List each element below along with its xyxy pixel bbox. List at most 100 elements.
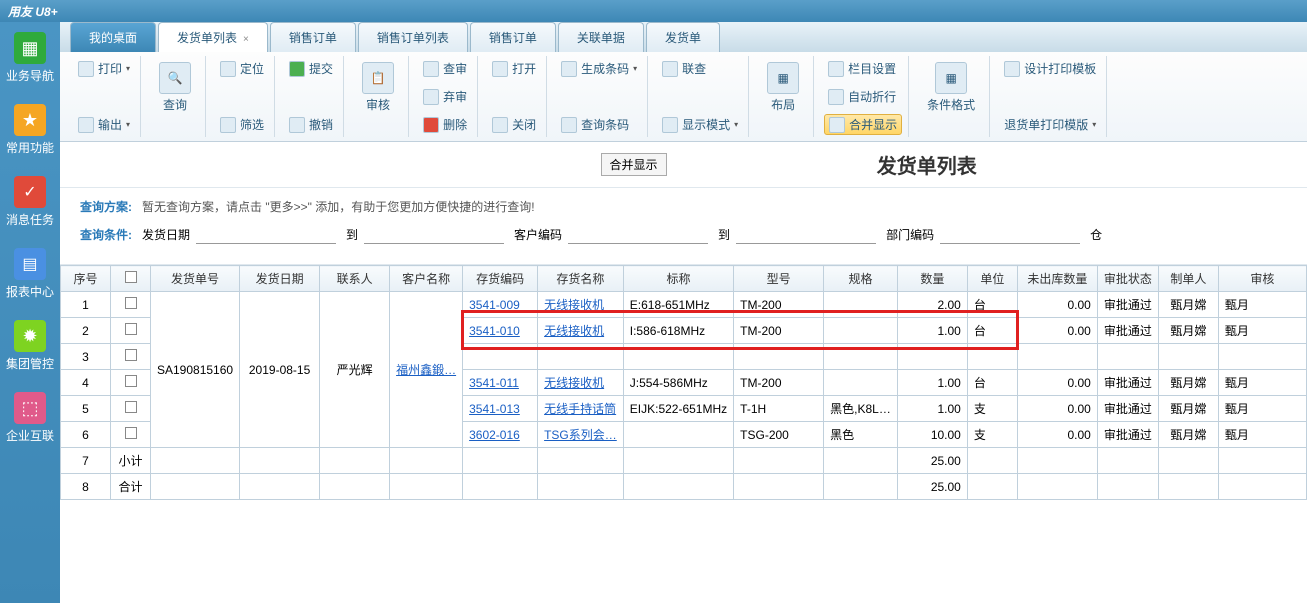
dept-input[interactable]: [940, 225, 1080, 244]
sidebar-item-msg[interactable]: ✓消息任务: [6, 176, 54, 228]
filter-button[interactable]: 筛选: [216, 114, 268, 135]
cell-check[interactable]: [111, 344, 151, 370]
tab-desktop[interactable]: 我的桌面: [70, 22, 156, 52]
barcode-icon: [561, 61, 577, 77]
cell-name[interactable]: 无线接收机: [538, 318, 624, 344]
cell-code[interactable]: 3541-009: [463, 292, 538, 318]
abandon-button[interactable]: 弃审: [419, 86, 471, 107]
tpl-icon: [1004, 61, 1020, 77]
template-button[interactable]: 设计打印模板: [1000, 58, 1100, 79]
cell-name[interactable]: [538, 344, 624, 370]
query-plan-label: 查询方案:: [80, 198, 132, 215]
col-code[interactable]: 存货编码: [463, 266, 538, 292]
col-check[interactable]: [111, 266, 151, 292]
date-from-input[interactable]: [196, 225, 336, 244]
cell-aud: [1218, 344, 1306, 370]
cell-aud: 甄月: [1218, 370, 1306, 396]
cell-status: 审批通过: [1097, 422, 1158, 448]
cell-name[interactable]: 无线接收机: [538, 292, 624, 318]
col-unit[interactable]: 单位: [967, 266, 1017, 292]
tab-sales-list[interactable]: 销售订单列表: [358, 22, 468, 52]
sidebar-item-grp[interactable]: ✹集团管控: [6, 320, 54, 372]
close-icon[interactable]: ×: [243, 34, 249, 45]
cell-qty: 1.00: [897, 396, 967, 422]
cell-code[interactable]: 3602-016: [463, 422, 538, 448]
approve-button[interactable]: 查审: [419, 58, 471, 79]
col-std[interactable]: 规格: [824, 266, 898, 292]
link-button[interactable]: 联查: [658, 58, 742, 79]
col-doc[interactable]: 发货单号: [151, 266, 240, 292]
return-template-button[interactable]: 退货单打印模版▾: [1000, 114, 1100, 135]
cell-code[interactable]: [463, 344, 538, 370]
cell-name[interactable]: TSG系列会…: [538, 422, 624, 448]
close-button[interactable]: 关闭: [488, 114, 540, 135]
barcode-button[interactable]: 生成条码▾: [557, 58, 641, 79]
col-cust[interactable]: 客户名称: [390, 266, 463, 292]
print-button[interactable]: 打印▾: [74, 58, 134, 79]
checkbox[interactable]: [125, 271, 137, 283]
revoke-button[interactable]: 撤销: [285, 114, 337, 135]
tab-sales-order[interactable]: 销售订单: [270, 22, 356, 52]
cell-model: T-1H: [734, 396, 824, 422]
tab-related[interactable]: 关联单据: [558, 22, 644, 52]
tab-label: 销售订单列表: [377, 31, 449, 45]
col-date[interactable]: 发货日期: [240, 266, 320, 292]
sidebar-item-rpt[interactable]: ▤报表中心: [6, 248, 54, 300]
col-qty[interactable]: 数量: [897, 266, 967, 292]
cell-unit: [967, 344, 1017, 370]
tab-shipment[interactable]: 发货单: [646, 22, 720, 52]
cell-check[interactable]: [111, 292, 151, 318]
display-button[interactable]: 显示模式▾: [658, 114, 742, 135]
tab-bar: 我的桌面 发货单列表× 销售订单 销售订单列表 销售订单 关联单据 发货单: [60, 22, 1307, 52]
query-button[interactable]: 🔍查询: [151, 58, 199, 117]
col-pend[interactable]: 未出库数量: [1017, 266, 1097, 292]
locate-button[interactable]: 定位: [216, 58, 268, 79]
merge-button[interactable]: 合并显示: [824, 114, 902, 135]
cell-check[interactable]: [111, 422, 151, 448]
table-row[interactable]: 1SA1908151602019-08-15严光辉福州鑫鍛…3541-009无线…: [61, 292, 1307, 318]
col-seq[interactable]: 序号: [61, 266, 111, 292]
cell-model: TSG-200: [734, 422, 824, 448]
sidebar-item-ent[interactable]: ⬚企业互联: [6, 392, 54, 444]
cell-name[interactable]: 无线手持话筒: [538, 396, 624, 422]
col-spec[interactable]: 标称: [623, 266, 733, 292]
col-button[interactable]: 栏目设置: [824, 58, 902, 79]
cell-name[interactable]: 无线接收机: [538, 370, 624, 396]
cell-doc: SA190815160: [151, 292, 240, 448]
cell-check[interactable]: [111, 370, 151, 396]
open-button[interactable]: 打开: [488, 58, 540, 79]
cell-unit: 台: [967, 292, 1017, 318]
col-aud[interactable]: 审核: [1218, 266, 1306, 292]
cell-code[interactable]: 3541-010: [463, 318, 538, 344]
cell-contact: 严光辉: [320, 292, 390, 448]
delete-button[interactable]: 删除: [419, 114, 471, 135]
format-button[interactable]: ▦条件格式: [919, 58, 983, 117]
sidebar-item-nav[interactable]: ▦业务导航: [6, 32, 54, 84]
merge-display-button[interactable]: 合并显示: [601, 153, 667, 176]
cell-status: 审批通过: [1097, 396, 1158, 422]
wrap-button[interactable]: 自动折行: [824, 86, 902, 107]
tab-sales-order2[interactable]: 销售订单: [470, 22, 556, 52]
col-status[interactable]: 审批状态: [1097, 266, 1158, 292]
cust-from-input[interactable]: [568, 225, 708, 244]
output-button[interactable]: 输出▾: [74, 114, 134, 135]
col-maker[interactable]: 制单人: [1158, 266, 1218, 292]
submit-button[interactable]: 提交: [285, 58, 337, 79]
cell-code[interactable]: 3541-011: [463, 370, 538, 396]
qbarcode-button[interactable]: 查询条码: [557, 114, 641, 135]
star-icon: ★: [22, 110, 38, 131]
col-contact[interactable]: 联系人: [320, 266, 390, 292]
cust-to-input[interactable]: [736, 225, 876, 244]
sidebar-item-fav[interactable]: ★常用功能: [6, 104, 54, 156]
cell-seq: 3: [61, 344, 111, 370]
cell-check[interactable]: [111, 318, 151, 344]
col-model[interactable]: 型号: [734, 266, 824, 292]
field-label: 到: [346, 226, 358, 243]
cell-code[interactable]: 3541-013: [463, 396, 538, 422]
cell-check[interactable]: [111, 396, 151, 422]
date-to-input[interactable]: [364, 225, 504, 244]
tab-shipment-list[interactable]: 发货单列表×: [158, 22, 268, 52]
audit-button[interactable]: 📋审核: [354, 58, 402, 117]
col-name[interactable]: 存货名称: [538, 266, 624, 292]
layout-button[interactable]: ▦布局: [759, 58, 807, 117]
